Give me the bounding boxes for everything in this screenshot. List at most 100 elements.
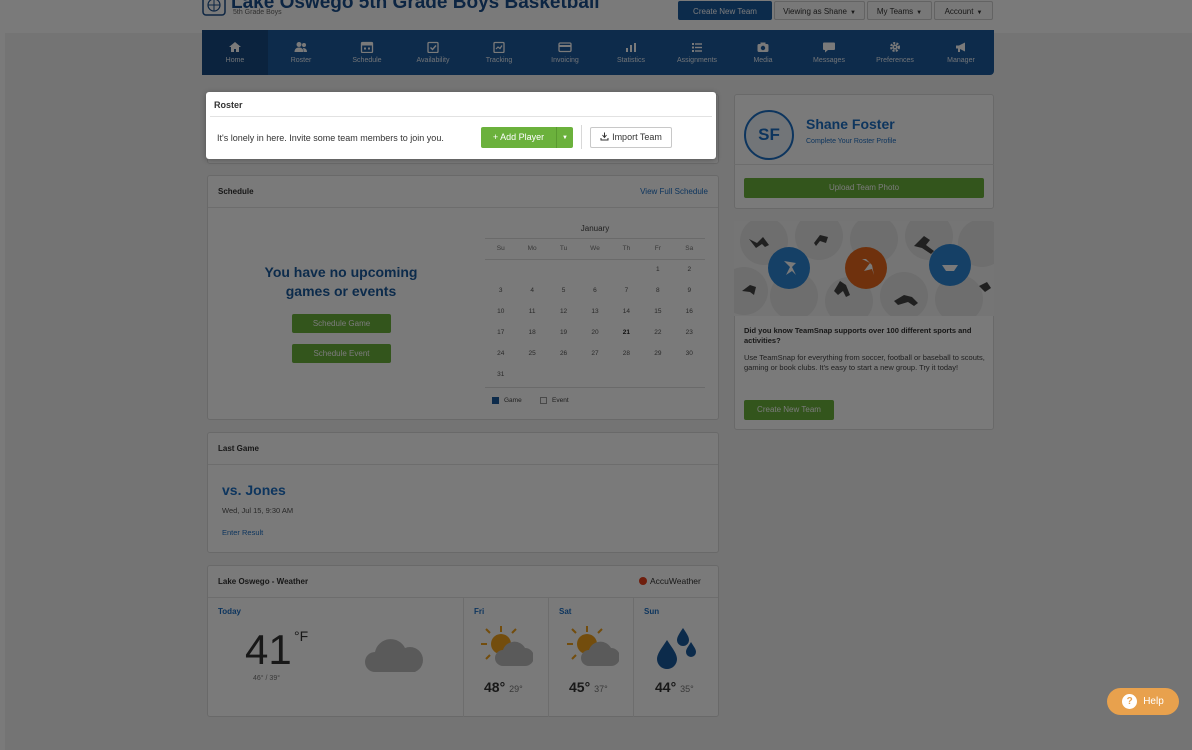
- chevron-down-icon: ▼: [916, 10, 923, 16]
- sports-illustration: [734, 221, 994, 316]
- calendar-weekday: Fr: [654, 245, 661, 252]
- accuweather-logo[interactable]: AccuWeather: [639, 576, 701, 586]
- calendar-day[interactable]: 17: [485, 327, 516, 348]
- nav-item-preferences[interactable]: Preferences: [862, 30, 928, 75]
- nav-item-invoicing[interactable]: Invoicing: [532, 30, 598, 75]
- calendar-day[interactable]: 23: [674, 327, 705, 348]
- avatar[interactable]: SF: [744, 110, 794, 160]
- nav-item-roster[interactable]: Roster: [268, 30, 334, 75]
- nav-label: Media: [753, 57, 773, 64]
- viewing-as-dropdown[interactable]: Viewing as Shane ▼: [774, 1, 865, 20]
- calendar-day[interactable]: 14: [611, 306, 642, 327]
- roster-popup: Roster It's lonely in here. Invite some …: [206, 92, 716, 159]
- calendar-day[interactable]: 18: [516, 327, 547, 348]
- calendar-day[interactable]: 6: [579, 285, 610, 306]
- availability-icon: [427, 41, 439, 53]
- nav-label: Home: [225, 57, 245, 64]
- profile-name[interactable]: Shane Foster: [806, 116, 895, 132]
- nav-item-manager[interactable]: Manager: [928, 30, 994, 75]
- calendar-empty-cell: [485, 264, 516, 285]
- calendar-day[interactable]: 2: [674, 264, 705, 285]
- nav-label: Assignments: [676, 57, 718, 64]
- nav-item-availability[interactable]: Availability: [400, 30, 466, 75]
- nav-item-media[interactable]: Media: [730, 30, 796, 75]
- schedule-game-button[interactable]: Schedule Game: [292, 314, 391, 333]
- fri-low: 29°: [509, 684, 523, 694]
- calendar-day[interactable]: 29: [642, 348, 673, 369]
- calendar-weekday: Sa: [685, 245, 694, 252]
- nav-item-schedule[interactable]: Schedule: [334, 30, 400, 75]
- calendar-day[interactable]: 24: [485, 348, 516, 369]
- calendar-day[interactable]: 11: [516, 306, 547, 327]
- nav-item-assignments[interactable]: Assignments: [664, 30, 730, 75]
- calendar-rule-top: [485, 238, 705, 239]
- card-icon: [558, 42, 572, 53]
- calendar-day[interactable]: 16: [674, 306, 705, 327]
- sat-high: 45°: [569, 679, 591, 695]
- accuweather-sun-icon: [639, 577, 647, 585]
- last-game-opponent[interactable]: vs. Jones: [222, 482, 286, 498]
- view-full-schedule-link[interactable]: View Full Schedule: [640, 187, 708, 196]
- last-game-datetime: Wed, Jul 15, 9:30 AM: [222, 506, 294, 515]
- accuweather-label: AccuWeather: [650, 576, 701, 586]
- schedule-header: Schedule View Full Schedule: [208, 176, 718, 208]
- calendar-day[interactable]: 12: [548, 306, 579, 327]
- calendar-day[interactable]: 5: [548, 285, 579, 306]
- viewing-as-label: Viewing as Shane: [783, 7, 847, 16]
- nav-label: Manager: [947, 57, 975, 64]
- calendar-day[interactable]: 7: [611, 285, 642, 306]
- calendar-weekday: Su: [496, 245, 505, 252]
- calendar-weekday: Mo: [527, 245, 537, 252]
- complete-profile-link[interactable]: Complete Your Roster Profile: [806, 138, 896, 145]
- add-player-button[interactable]: + Add Player ▼: [481, 127, 573, 148]
- calendar-empty-cell: [548, 264, 579, 285]
- calendar-day[interactable]: 21: [611, 327, 642, 348]
- calendar-day[interactable]: 10: [485, 306, 516, 327]
- promo-create-team-button[interactable]: Create New Team: [744, 400, 834, 420]
- calendar-day[interactable]: 22: [642, 327, 673, 348]
- calendar-day[interactable]: 15: [642, 306, 673, 327]
- my-teams-dropdown[interactable]: My Teams ▼: [867, 1, 932, 20]
- calendar-day[interactable]: 13: [579, 306, 610, 327]
- event-swatch: [540, 397, 547, 404]
- calendar-rule-bottom: [485, 387, 705, 388]
- account-dropdown[interactable]: Account ▼: [934, 1, 993, 20]
- calendar-day[interactable]: 28: [611, 348, 642, 369]
- main-nav: Home Roster Schedule Availability Tracki…: [202, 30, 994, 75]
- schedule-event-button[interactable]: Schedule Event: [292, 344, 391, 363]
- calendar-day[interactable]: 3: [485, 285, 516, 306]
- nav-item-messages[interactable]: Messages: [796, 30, 862, 75]
- calendar-day[interactable]: 30: [674, 348, 705, 369]
- nav-item-tracking[interactable]: Tracking: [466, 30, 532, 75]
- chevron-down-icon[interactable]: ▼: [557, 135, 573, 141]
- nav-item-home[interactable]: Home: [202, 30, 268, 75]
- camera-icon: [757, 42, 769, 52]
- calendar-day[interactable]: 4: [516, 285, 547, 306]
- enter-result-link[interactable]: Enter Result: [222, 528, 263, 537]
- calendar-day[interactable]: 1: [642, 264, 673, 285]
- nav-label: Preferences: [876, 57, 914, 64]
- calendar-day[interactable]: 25: [516, 348, 547, 369]
- upload-team-photo-button[interactable]: Upload Team Photo: [744, 178, 984, 198]
- weather-today-label: Today: [218, 607, 241, 616]
- calendar-icon: [360, 41, 374, 53]
- nav-item-statistics[interactable]: Statistics: [598, 30, 664, 75]
- nav-label: Messages: [813, 57, 845, 64]
- calendar-day[interactable]: 20: [579, 327, 610, 348]
- calendar-day[interactable]: 27: [579, 348, 610, 369]
- calendar-day[interactable]: 26: [548, 348, 579, 369]
- nav-label: Roster: [290, 57, 312, 64]
- team-name[interactable]: Lake Oswego 5th Grade Boys Basketball: [231, 0, 600, 14]
- roster-empty-message: It's lonely in here. Invite some team me…: [217, 133, 444, 143]
- add-player-label[interactable]: + Add Player: [481, 127, 557, 148]
- calendar-day[interactable]: 8: [642, 285, 673, 306]
- weather-day-label: Sat: [559, 607, 572, 616]
- import-team-button[interactable]: Import Team: [590, 127, 672, 148]
- create-new-team-button[interactable]: Create New Team: [678, 1, 772, 20]
- help-button[interactable]: ? Help: [1107, 688, 1179, 715]
- last-game-title: Last Game: [218, 444, 259, 453]
- calendar-day[interactable]: 19: [548, 327, 579, 348]
- help-icon: ?: [1122, 694, 1138, 709]
- nav-label: Invoicing: [551, 57, 579, 64]
- calendar-day[interactable]: 9: [674, 285, 705, 306]
